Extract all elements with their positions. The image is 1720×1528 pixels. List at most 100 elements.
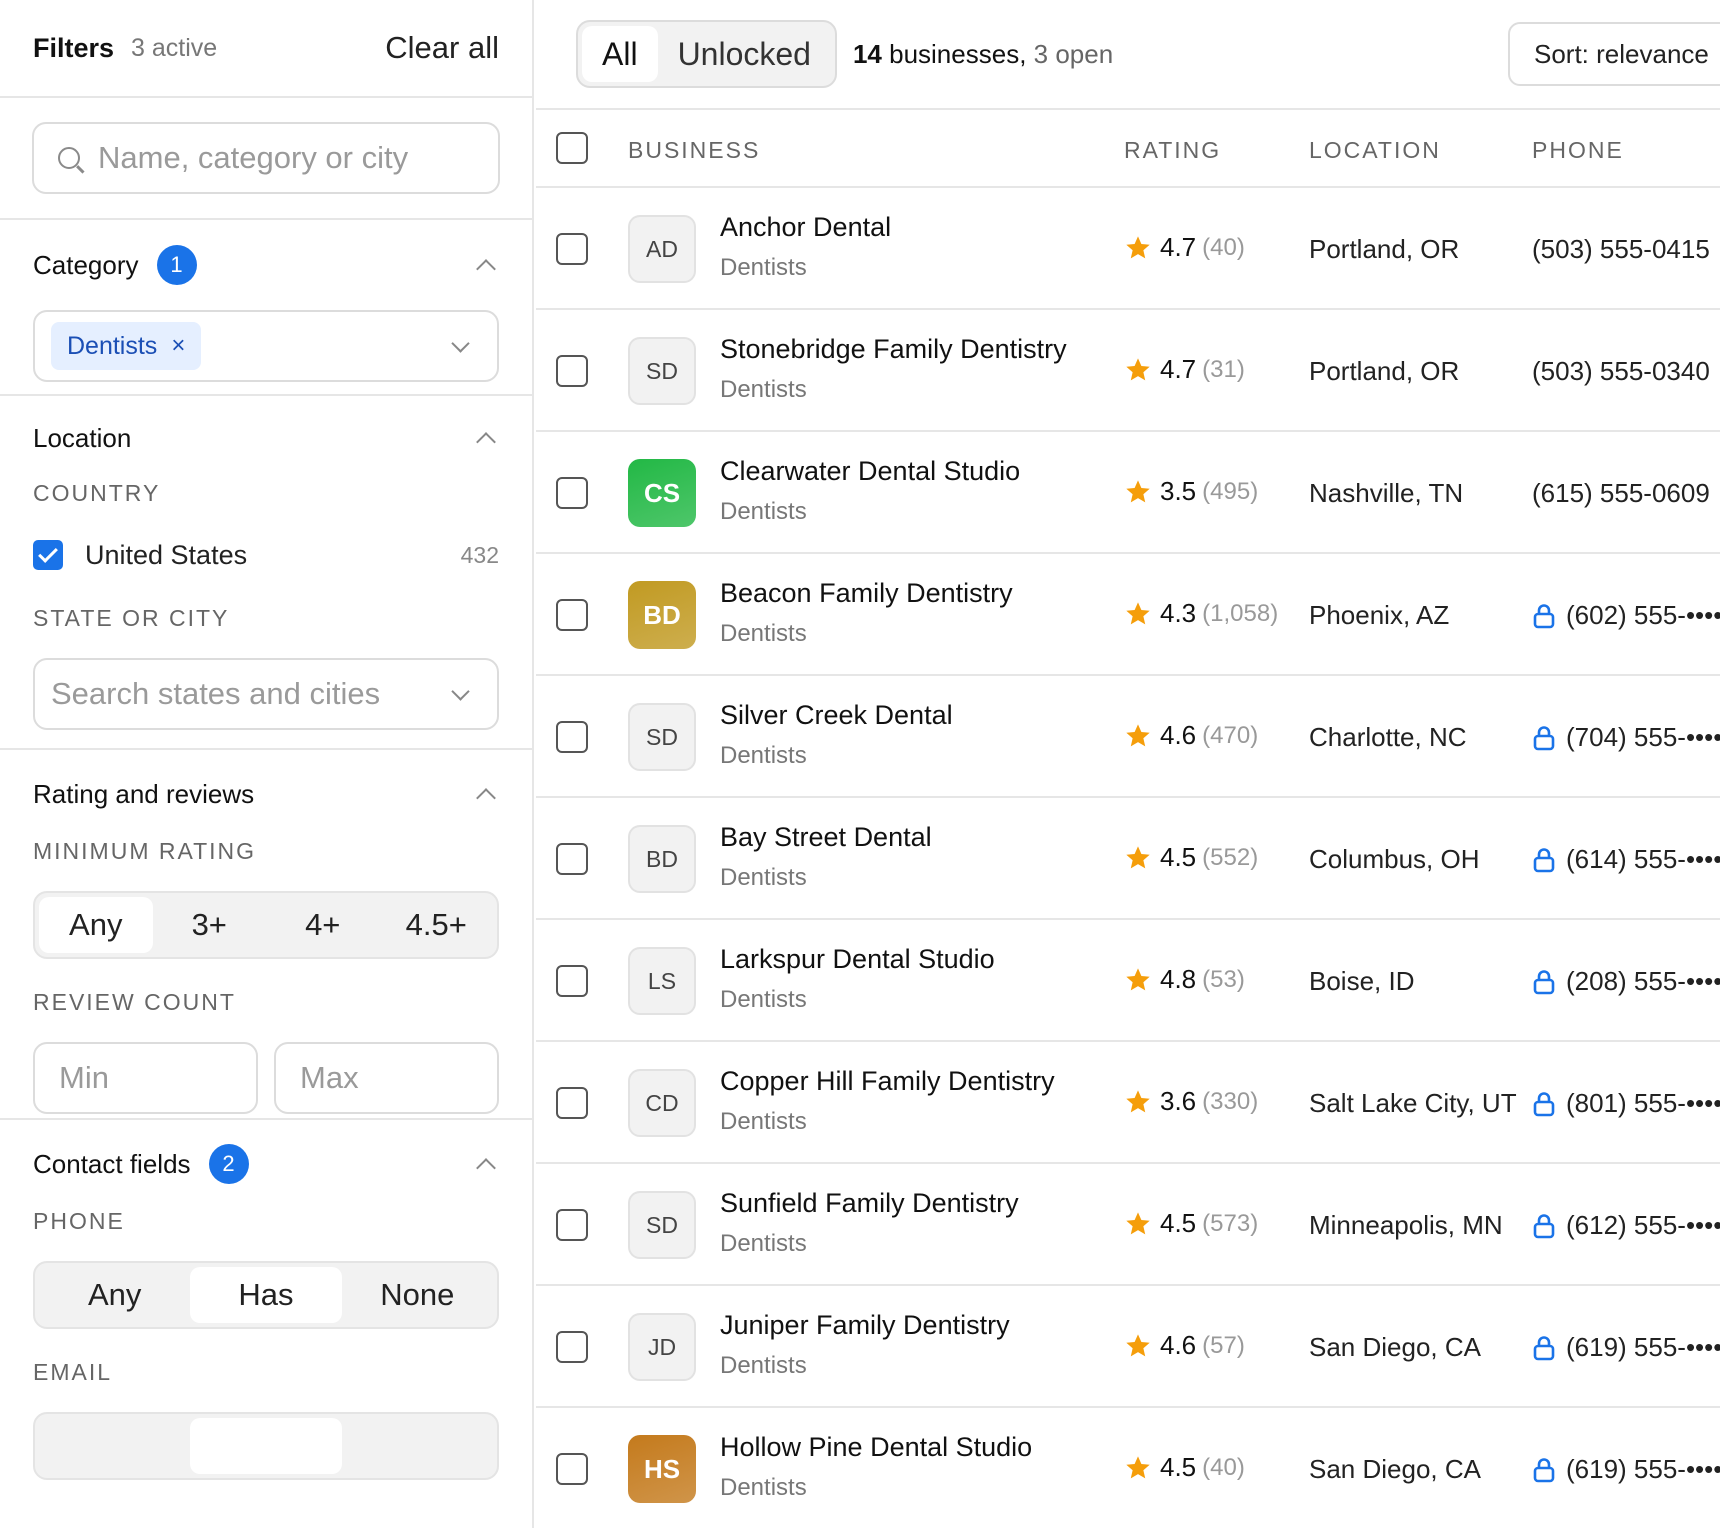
chevron-up-icon[interactable]: [476, 259, 496, 279]
results-toolbar: All Unlocked 14 businesses, 3 open Sort: …: [536, 0, 1720, 110]
chevron-up-icon[interactable]: [476, 432, 496, 452]
phone-filter-segmented: Any Has None: [33, 1261, 499, 1329]
lock-icon[interactable]: [1532, 603, 1556, 629]
phone-cell[interactable]: (208) 555-••••: [1532, 966, 1720, 997]
row-checkbox[interactable]: [556, 1331, 588, 1363]
phone-cell[interactable]: (602) 555-••••: [1532, 600, 1720, 631]
row-checkbox[interactable]: [556, 1209, 588, 1241]
table-row[interactable]: BD Bay Street Dental Dentists 4.5 (552) Colum…: [536, 798, 1720, 920]
business-name[interactable]: Copper Hill Family Dentistry: [720, 1066, 1055, 1097]
row-checkbox[interactable]: [556, 1087, 588, 1119]
country-option-united-states[interactable]: United States 432: [33, 535, 499, 575]
business-name[interactable]: Anchor Dental: [720, 212, 891, 243]
column-phone[interactable]: PHONE: [1532, 137, 1624, 164]
phone-number: (801) 555-••••: [1566, 1088, 1720, 1118]
min-rating-option-2[interactable]: 4+: [266, 897, 380, 953]
row-checkbox[interactable]: [556, 355, 588, 387]
sort-dropdown[interactable]: Sort: relevance: [1508, 22, 1720, 86]
clear-all-button[interactable]: Clear all: [385, 30, 499, 66]
table-row[interactable]: SD Sunfield Family Dentistry Dentists 4.5 (5…: [536, 1164, 1720, 1286]
column-rating[interactable]: RATING: [1124, 137, 1221, 164]
business-name[interactable]: Clearwater Dental Studio: [720, 456, 1020, 487]
table-row[interactable]: BD Beacon Family Dentistry Dentists 4.3 (1,0…: [536, 554, 1720, 676]
location-section-header[interactable]: Location: [33, 396, 499, 480]
minimum-rating-segmented: Any 3+ 4+ 4.5+: [33, 891, 499, 959]
lock-icon[interactable]: [1532, 847, 1556, 873]
contact-section-header[interactable]: Contact fields 2: [33, 1120, 499, 1208]
row-checkbox[interactable]: [556, 965, 588, 997]
column-business[interactable]: BUSINESS: [628, 137, 760, 164]
phone-filter-option-1[interactable]: Has: [190, 1267, 342, 1323]
table-row[interactable]: LS Larkspur Dental Studio Dentists 4.8 (53) B…: [536, 920, 1720, 1042]
chevron-down-icon[interactable]: [451, 681, 470, 701]
lock-icon[interactable]: [1532, 725, 1556, 751]
tab-all[interactable]: All: [582, 26, 658, 82]
rating-section-header[interactable]: Rating and reviews: [33, 750, 499, 838]
table-row[interactable]: SD Silver Creek Dental Dentists 4.6 (470) Cha…: [536, 676, 1720, 798]
business-category: Dentists: [720, 1352, 807, 1379]
filter-search-section: Name, category or city: [0, 98, 532, 220]
min-rating-option-0[interactable]: Any: [39, 897, 153, 953]
business-name[interactable]: Silver Creek Dental: [720, 700, 953, 731]
email-filter-option[interactable]: [190, 1418, 342, 1474]
business-name[interactable]: Juniper Family Dentistry: [720, 1310, 1010, 1341]
business-name[interactable]: Sunfield Family Dentistry: [720, 1188, 1019, 1219]
business-category: Dentists: [720, 1230, 807, 1257]
lock-icon[interactable]: [1532, 1213, 1556, 1239]
phone-cell[interactable]: (612) 555-••••: [1532, 1210, 1720, 1241]
row-checkbox[interactable]: [556, 233, 588, 265]
star-icon: [1124, 1210, 1152, 1238]
business-name[interactable]: Bay Street Dental: [720, 822, 932, 853]
table-row[interactable]: CD Copper Hill Family Dentistry Dentists 3.…: [536, 1042, 1720, 1164]
row-checkbox[interactable]: [556, 599, 588, 631]
row-checkbox[interactable]: [556, 477, 588, 509]
review-max-input[interactable]: Max: [274, 1042, 499, 1114]
table-header: BUSINESS RATING LOCATION PHONE: [536, 110, 1720, 188]
category-chip-dentists: Dentists ×: [51, 322, 202, 370]
row-checkbox[interactable]: [556, 1453, 588, 1485]
row-checkbox[interactable]: [556, 843, 588, 875]
category-section-header[interactable]: Category 1: [33, 220, 499, 310]
chevron-up-icon[interactable]: [476, 788, 496, 808]
table-row[interactable]: HS Hollow Pine Dental Studio Dentists 4.5 (4…: [536, 1408, 1720, 1528]
row-checkbox[interactable]: [556, 721, 588, 753]
close-icon[interactable]: ×: [171, 332, 185, 360]
avatar: CS: [628, 459, 696, 527]
email-filter-option[interactable]: [39, 1418, 190, 1474]
lock-icon[interactable]: [1532, 1457, 1556, 1483]
phone-filter-option-2[interactable]: None: [342, 1267, 493, 1323]
table-row[interactable]: SD Stonebridge Family Dentistry Dentists 4.…: [536, 310, 1720, 432]
chevron-down-icon[interactable]: [451, 333, 470, 353]
review-count: (40): [1202, 1453, 1245, 1481]
tab-unlocked[interactable]: Unlocked: [658, 26, 831, 82]
table-row[interactable]: CS Clearwater Dental Studio Dentists 3.5 (49…: [536, 432, 1720, 554]
category-select[interactable]: Dentists ×: [33, 310, 499, 382]
select-all-checkbox[interactable]: [556, 132, 588, 164]
lock-icon[interactable]: [1532, 1091, 1556, 1117]
table-row[interactable]: JD Juniper Family Dentistry Dentists 4.6 (57…: [536, 1286, 1720, 1408]
business-name[interactable]: Larkspur Dental Studio: [720, 944, 995, 975]
country-checkbox[interactable]: [33, 540, 63, 570]
table-row[interactable]: AD Anchor Dental Dentists 4.7 (40) Portland, …: [536, 188, 1720, 310]
business-name[interactable]: Hollow Pine Dental Studio: [720, 1432, 1032, 1463]
column-location[interactable]: LOCATION: [1309, 137, 1441, 164]
business-name[interactable]: Stonebridge Family Dentistry: [720, 334, 1067, 365]
phone-cell[interactable]: (614) 555-••••: [1532, 844, 1720, 875]
email-filter-option[interactable]: [342, 1418, 493, 1474]
phone-cell[interactable]: (704) 555-••••: [1532, 722, 1720, 753]
filter-search-input[interactable]: Name, category or city: [32, 122, 500, 194]
state-city-select[interactable]: Search states and cities: [33, 658, 499, 730]
review-min-input[interactable]: Min: [33, 1042, 258, 1114]
rating-cell: 4.6 (470): [1124, 720, 1258, 751]
phone-cell[interactable]: (801) 555-••••: [1532, 1088, 1720, 1119]
lock-icon[interactable]: [1532, 969, 1556, 995]
min-rating-option-1[interactable]: 3+: [153, 897, 267, 953]
phone-filter-option-0[interactable]: Any: [39, 1267, 190, 1323]
lock-icon[interactable]: [1532, 1335, 1556, 1361]
chevron-up-icon[interactable]: [476, 1158, 496, 1178]
business-name[interactable]: Beacon Family Dentistry: [720, 578, 1013, 609]
phone-cell[interactable]: (619) 555-••••: [1532, 1454, 1720, 1485]
rating-cell: 4.8 (53): [1124, 964, 1245, 995]
phone-cell[interactable]: (619) 555-••••: [1532, 1332, 1720, 1363]
min-rating-option-3[interactable]: 4.5+: [380, 897, 494, 953]
